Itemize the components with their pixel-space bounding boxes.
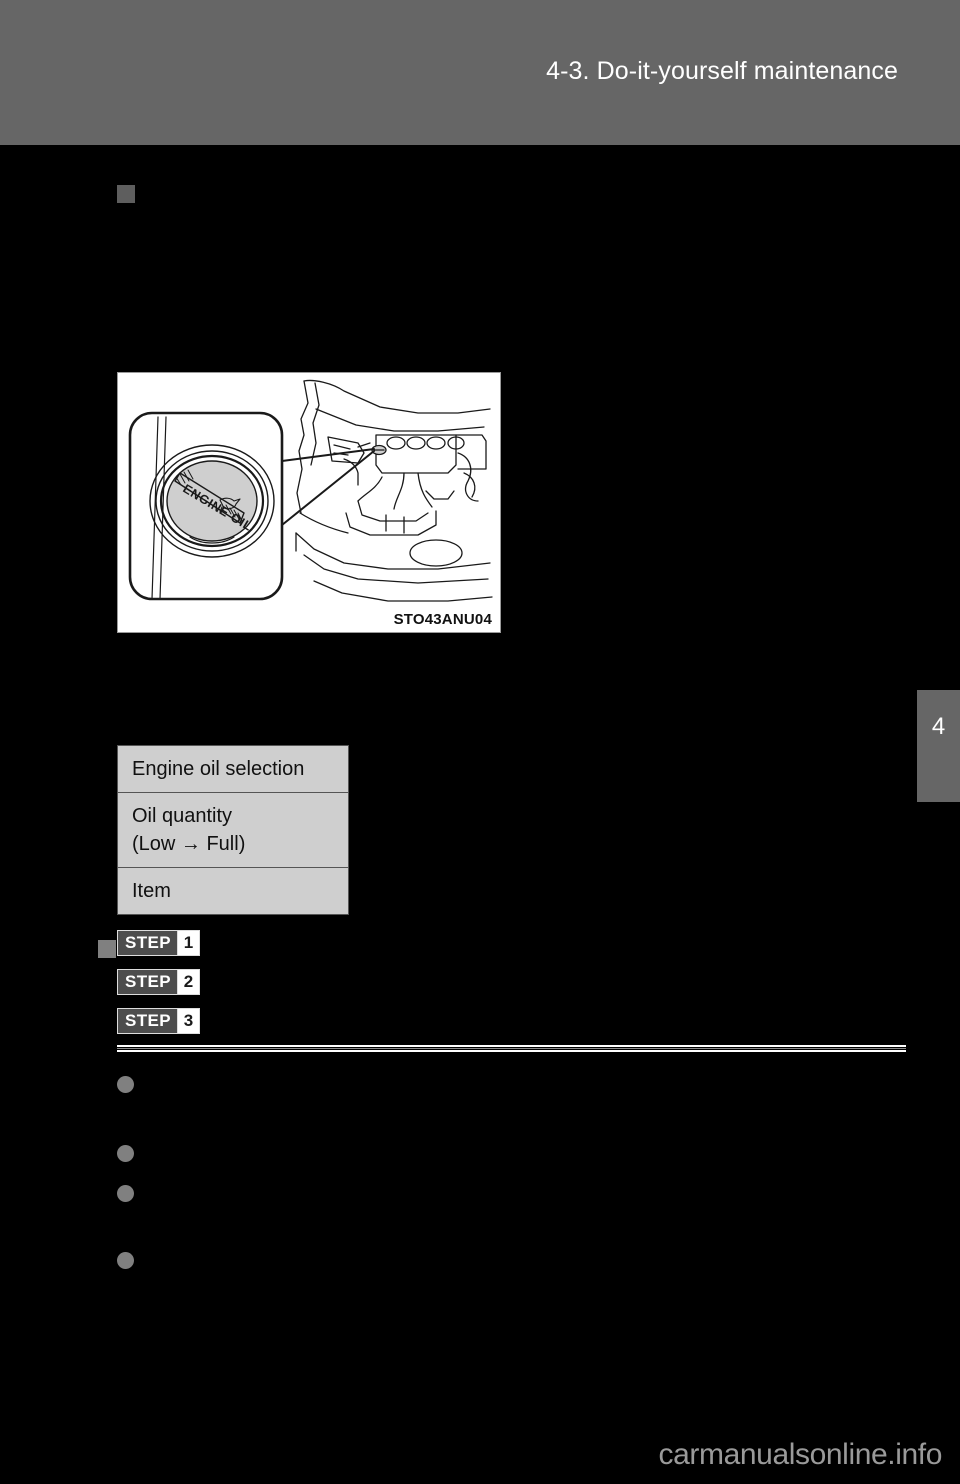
section-divider — [117, 1045, 906, 1052]
table-cell-line-2: (Low → Full) — [132, 833, 246, 855]
table-row: Item — [118, 868, 348, 915]
table-row: Oil quantity (Low → Full) — [118, 793, 348, 868]
step-number: 2 — [177, 970, 200, 994]
divider-line-top — [117, 1045, 906, 1047]
chapter-tab-number: 4 — [931, 713, 946, 740]
figure-engine-oil-cap: ENGINE OIL STO43ANU04 — [117, 372, 501, 633]
footer-watermark: carmanualsonline.info — [658, 1438, 943, 1471]
step-label: STEP — [118, 1009, 178, 1033]
page-title: 4-3. Do-it-yourself maintenance — [546, 57, 898, 85]
list-item-bullet-icon — [117, 1145, 134, 1162]
step-number: 1 — [177, 931, 200, 955]
step-badge-3: STEP 3 — [117, 1008, 201, 1034]
table-cell-line-1: Oil quantity — [132, 805, 233, 827]
notice-section-marker-square-icon — [98, 940, 116, 958]
page-content: ENGINE OIL STO43ANU04 Engine oil selecti… — [0, 145, 917, 1484]
step-label: STEP — [118, 970, 178, 994]
table-row: Engine oil selection — [118, 746, 348, 793]
page-header: 4-3. Do-it-yourself maintenance — [0, 0, 960, 145]
divider-line-bottom — [117, 1050, 906, 1052]
spec-table: Engine oil selection Oil quantity (Low →… — [117, 745, 349, 915]
chapter-tab[interactable]: 4 — [917, 690, 960, 802]
divider-line-middle — [117, 1048, 906, 1049]
engine-oil-cap-illustration-svg: ENGINE OIL — [118, 373, 500, 632]
step-number: 3 — [177, 1009, 200, 1033]
step-label: STEP — [118, 931, 178, 955]
list-item-bullet-icon — [117, 1252, 134, 1269]
section-marker-square-icon — [117, 185, 135, 203]
figure-code-label: STO43ANU04 — [393, 611, 492, 628]
step-badge-1: STEP 1 — [117, 930, 201, 956]
step-badge-2: STEP 2 — [117, 969, 201, 995]
list-item-bullet-icon — [117, 1185, 134, 1202]
list-item-bullet-icon — [117, 1076, 134, 1093]
